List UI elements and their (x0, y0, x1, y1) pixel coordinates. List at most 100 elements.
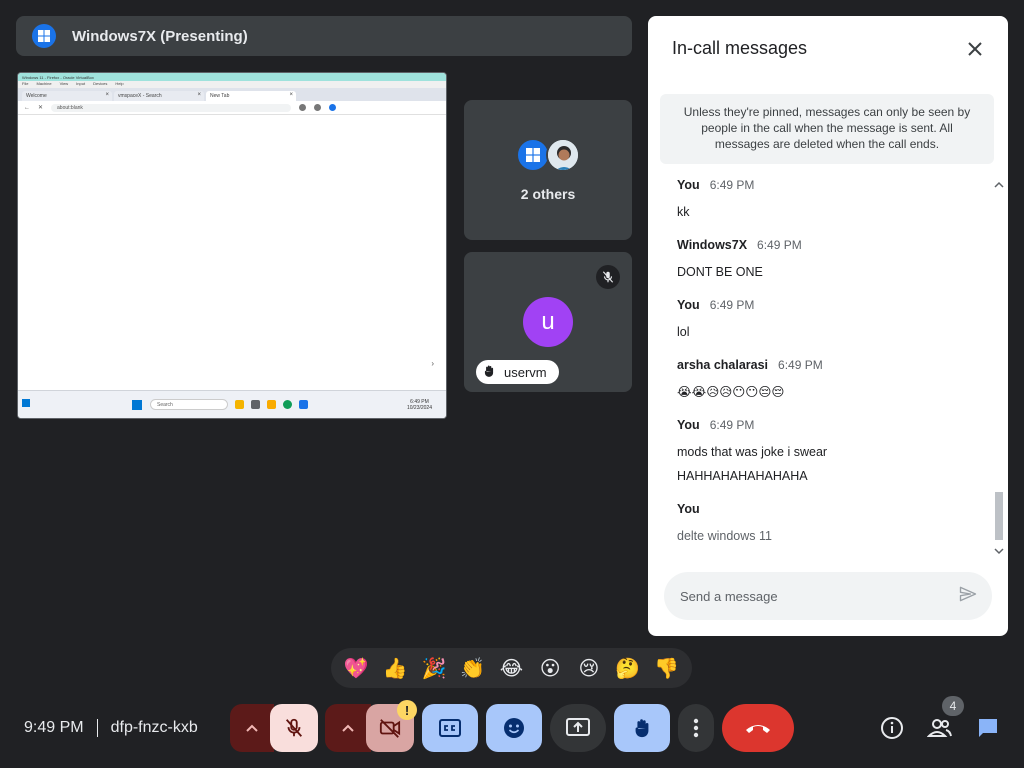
message-text: HAHHAHAHAHAHAHA (677, 469, 808, 483)
others-label: 2 others (520, 186, 576, 202)
message-text: lol (677, 325, 690, 339)
meeting-code[interactable]: dfp-fnzc-kxb (111, 719, 198, 737)
vm-menu: File Machine View Input Devices Help (18, 81, 446, 88)
vm-menu-item: Machine (36, 81, 52, 86)
message-sender: arsha chalarasi (677, 358, 769, 372)
vm-titlebar: Windows 11 - Firefox - Oracle VirtualBox (18, 73, 446, 81)
mic-off-icon (285, 718, 303, 737)
message-text: mods that was joke i swear (677, 445, 828, 459)
avatar: u (523, 297, 573, 347)
vm-window-title: Windows 11 - Firefox - Oracle VirtualBox (22, 74, 94, 80)
emoji-button[interactable] (486, 704, 542, 752)
close-icon: × (289, 92, 293, 98)
windows-logo-icon (516, 138, 550, 172)
profile-icon (329, 104, 337, 111)
folder-icon (267, 400, 276, 409)
reaction-thumbs-up[interactable]: 👍 (377, 650, 413, 686)
message-input[interactable] (680, 588, 958, 604)
browser-ext-icon (299, 104, 307, 111)
windows-logo-icon (22, 399, 30, 407)
present-screen-icon (566, 718, 590, 736)
message-sender: You (677, 178, 700, 192)
edge-icon (283, 400, 292, 409)
audio-options-button[interactable] (230, 704, 274, 752)
meeting-details-button[interactable] (876, 712, 908, 744)
chevron-right-icon: › (431, 359, 434, 368)
browser-tab: Welcome × (22, 91, 112, 101)
browser-tab-label: vmspaceX - Search (118, 93, 162, 99)
taskbar-clock: 6:49 PM 10/23/2024 (407, 399, 432, 411)
message-time: 6:49 PM (709, 178, 755, 192)
participant-name-chip: uservm (476, 360, 559, 384)
mic-toggle-button[interactable] (270, 704, 318, 752)
taskbar-date: 10/23/2024 (406, 404, 432, 411)
message-time: 6:49 PM (757, 238, 802, 252)
reaction-clapping[interactable]: 👏 (455, 650, 491, 686)
more-vert-icon (693, 718, 699, 738)
vm-menu-item: Input (76, 81, 86, 86)
close-icon: × (105, 92, 109, 98)
vm-taskbar: Search 6:49 PM 10/23/2024 (18, 390, 446, 418)
chat-title: In-call messages (672, 38, 808, 58)
scrollbar-track[interactable] (995, 192, 1003, 544)
taskbar-time: 6:49 PM (410, 398, 429, 405)
chat-message: You 6:49 PM lol (677, 298, 977, 344)
user-tile[interactable]: u uservm (464, 252, 632, 392)
chevron-up-icon (342, 724, 354, 732)
browser-tab-active: New Tab × (206, 91, 296, 101)
chat-scrollbar[interactable] (992, 178, 1006, 558)
others-tile[interactable]: 2 others (464, 100, 632, 240)
chat-input-box[interactable] (664, 572, 992, 620)
reaction-thumbs-down[interactable]: 👎 (649, 650, 685, 686)
scrollbar-thumb[interactable] (995, 492, 1003, 540)
message-time: 6:49 PM (709, 418, 755, 432)
reaction-thinking[interactable]: 🤔 (610, 650, 646, 686)
back-icon: ← (24, 104, 30, 111)
message-text: DONT BE ONE (677, 265, 763, 279)
chevron-up-icon (246, 724, 258, 732)
chevron-up-icon[interactable] (992, 178, 1006, 192)
chat-button[interactable] (972, 712, 1004, 744)
raise-hand-button[interactable] (614, 704, 670, 752)
message-time: 6:49 PM (709, 298, 755, 312)
info-icon (881, 717, 903, 739)
chat-icon (979, 719, 997, 737)
people-button[interactable] (924, 712, 956, 744)
reaction-sparkling-heart[interactable]: 💖 (338, 650, 374, 686)
divider (96, 719, 98, 737)
presenter-bar: Windows7X (Presenting) (16, 16, 632, 56)
send-icon[interactable] (958, 584, 978, 609)
browser-ext-icon (314, 104, 322, 111)
message-text: 😭😭😥😥😶😶😔😔 (677, 385, 785, 399)
chat-message: Windows7X 6:49 PM DONT BE ONE (677, 238, 977, 284)
reaction-laughing[interactable]: 😂 (493, 650, 529, 686)
reaction-sad[interactable]: 😢 (571, 650, 607, 686)
end-call-button[interactable] (722, 704, 794, 752)
more-options-button[interactable] (678, 704, 714, 752)
reaction-surprised[interactable]: 😮 (532, 650, 568, 686)
chevron-down-icon[interactable] (992, 544, 1006, 558)
chat-message: arsha chalarasi 6:49 PM 😭😭😥😥😶😶😔😔 (677, 358, 977, 404)
message-text: delte windows 11 (677, 529, 772, 543)
meeting-info: 9:49 PM dfp-fnzc-kxb (24, 716, 198, 740)
browser-tabs: Welcome × vmspaceX - Search × New Tab × (18, 88, 446, 101)
message-time: 6:49 PM (778, 358, 823, 372)
warning-badge: ! (397, 700, 417, 720)
video-options-button[interactable] (325, 704, 371, 752)
shared-screen[interactable]: Windows 11 - Firefox - Oracle VirtualBox… (17, 72, 447, 419)
browser-address-bar: ← ✕ about:blank (18, 101, 446, 115)
reaction-party-popper[interactable]: 🎉 (416, 650, 452, 686)
captions-button[interactable] (422, 704, 478, 752)
taskbar-search: Search (150, 399, 228, 410)
vm-menu-item: View (59, 81, 69, 86)
start-icon (132, 399, 142, 410)
close-icon: × (197, 92, 201, 98)
close-icon[interactable] (964, 38, 986, 60)
chat-message-pending: You delte windows 11 (677, 502, 977, 548)
browser-url: about:blank (51, 103, 292, 112)
people-icon (927, 719, 952, 737)
taskbar-app-icon (251, 400, 260, 409)
chat-message-list: You 6:49 PM kk Windows7X 6:49 PM DONT BE O… (677, 178, 977, 562)
message-sender: You (677, 418, 700, 432)
present-button[interactable] (550, 704, 606, 752)
